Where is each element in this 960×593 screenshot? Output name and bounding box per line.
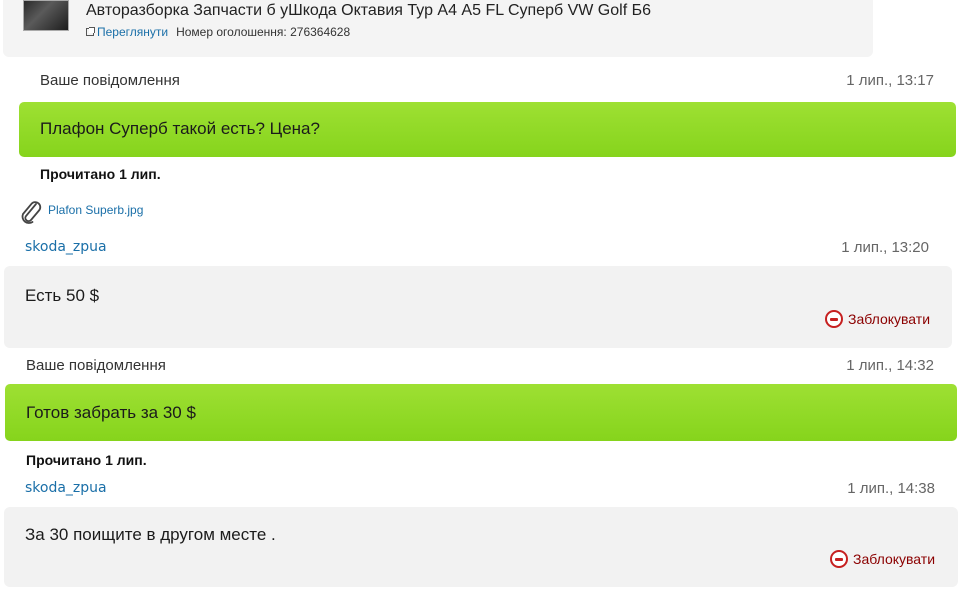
read-status: Прочитано 1 лип. <box>40 166 161 182</box>
block-circle-icon <box>825 310 843 328</box>
message-text: За 30 поищите в другом месте . <box>25 525 276 544</box>
sender-username-link[interactable]: skoda_zpua <box>25 239 107 255</box>
message-text: Есть 50 $ <box>25 286 100 305</box>
message-sender: Ваше повідомлення <box>26 357 166 374</box>
message-text: Готов забрать за 30 $ <box>26 403 196 422</box>
block-label: Заблокувати <box>853 551 936 567</box>
message-time: 1 лип., 13:17 <box>846 72 934 89</box>
incoming-message-bubble <box>4 266 952 348</box>
attachment-link[interactable]: Plafon Superb.jpg <box>48 203 143 217</box>
paperclip-icon <box>19 199 43 225</box>
message-time: 1 лип., 13:20 <box>841 239 929 256</box>
message-time: 1 лип., 14:32 <box>846 357 934 374</box>
block-user-button[interactable]: Заблокувати <box>830 550 935 568</box>
ad-meta: Переглянути Номер оголошення: 276364628 <box>86 25 350 39</box>
external-link-icon <box>86 27 95 36</box>
view-ad-link[interactable]: Переглянути <box>97 25 168 39</box>
ad-number: Номер оголошення: 276364628 <box>176 25 351 39</box>
incoming-message-bubble <box>4 507 958 587</box>
block-user-button[interactable]: Заблокувати <box>825 310 930 328</box>
sender-username-link[interactable]: skoda_zpua <box>25 480 107 496</box>
ad-thumbnail[interactable] <box>23 0 69 31</box>
block-label: Заблокувати <box>848 311 931 327</box>
ad-title[interactable]: Авторазборка Запчасти б уШкода Октавия Т… <box>86 2 651 20</box>
message-time: 1 лип., 14:38 <box>847 480 935 497</box>
block-circle-icon <box>830 550 848 568</box>
message-text: Плафон Суперб такой есть? Цена? <box>40 119 320 138</box>
read-status: Прочитано 1 лип. <box>26 452 147 468</box>
message-sender: Ваше повідомлення <box>40 72 180 89</box>
